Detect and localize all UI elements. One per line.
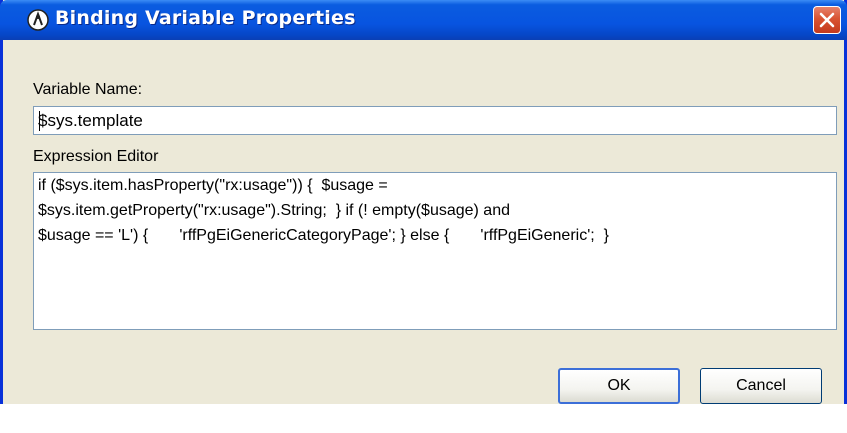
- variable-name-value: $sys.template: [38, 111, 143, 130]
- gear-compass-icon: [26, 8, 50, 32]
- close-icon: [819, 12, 835, 28]
- variable-name-field[interactable]: $sys.template: [33, 106, 837, 135]
- ok-button[interactable]: OK: [558, 368, 680, 404]
- cancel-button[interactable]: Cancel: [700, 368, 822, 404]
- dialog-window: Binding Variable Properties Variable Nam…: [0, 0, 847, 404]
- text-caret: [39, 111, 40, 131]
- title-bar[interactable]: Binding Variable Properties: [0, 0, 847, 40]
- window-title: Binding Variable Properties: [55, 7, 356, 29]
- close-button[interactable]: [813, 6, 841, 34]
- expression-editor[interactable]: if ($sys.item.hasProperty("rx:usage")) {…: [33, 172, 837, 330]
- variable-name-label: Variable Name:: [33, 81, 143, 98]
- expression-editor-label: Expression Editor: [33, 148, 159, 165]
